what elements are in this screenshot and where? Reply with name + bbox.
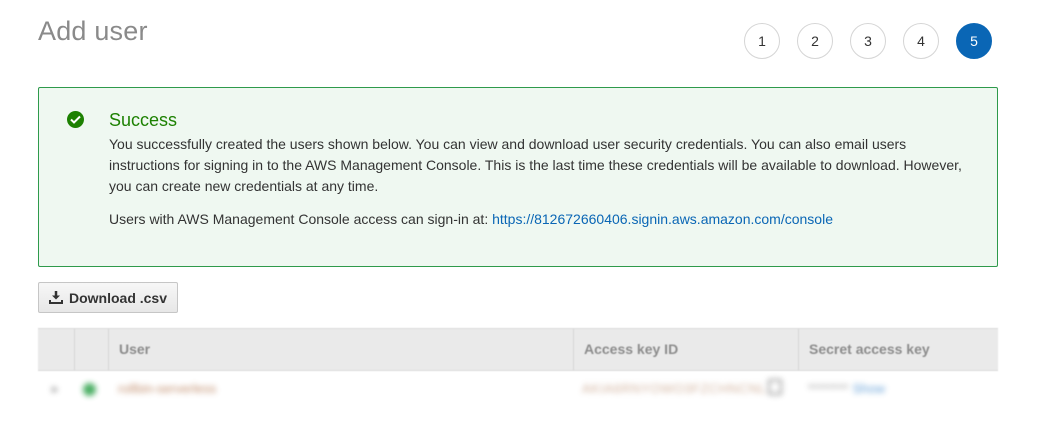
show-secret-link[interactable]: Show (852, 381, 885, 396)
step-1[interactable]: 1 (744, 23, 780, 59)
step-5[interactable]: 5 (956, 23, 992, 59)
download-icon (48, 291, 63, 304)
step-4[interactable]: 4 (903, 23, 939, 59)
download-csv-label: Download .csv (68, 289, 168, 306)
expand-caret-icon[interactable]: ▸ (52, 381, 59, 397)
success-message: You successfully created the users shown… (109, 136, 962, 194)
step-3[interactable]: 3 (850, 23, 886, 59)
console-signin-link[interactable]: https://812672660406.signin.aws.amazon.c… (492, 211, 833, 227)
header-user[interactable]: User (108, 329, 573, 370)
secret-mask: ******** (808, 381, 849, 396)
check-circle-icon (67, 111, 84, 128)
header-secret-access-key[interactable]: Secret access key (798, 329, 998, 370)
step-2[interactable]: 2 (797, 23, 833, 59)
success-alert: Success You successfully created the use… (38, 87, 998, 267)
header-status-col (74, 329, 108, 370)
page-title: Add user (38, 16, 148, 46)
table-header: User Access key ID Secret access key (38, 328, 998, 371)
success-title: Success (109, 110, 178, 130)
table-row[interactable]: ▸ rollbin-serverless AKIA6RNYOWO3FZCHNCN… (38, 373, 998, 407)
check-glyph (70, 115, 81, 124)
signin-prefix: Users with AWS Management Console access… (109, 211, 493, 227)
access-key-id-cell: AKIA6RNYOWO3FZCHNCNL (582, 381, 767, 396)
wizard-steps: 1 2 3 4 5 (744, 23, 992, 59)
copy-icon[interactable] (768, 379, 782, 395)
header-access-key-id[interactable]: Access key ID (573, 329, 798, 370)
user-name-cell[interactable]: rollbin-serverless (118, 381, 216, 396)
signin-line: Users with AWS Management Console access… (109, 211, 833, 227)
status-success-icon (83, 383, 96, 396)
download-csv-button[interactable]: Download .csv (38, 282, 178, 313)
secret-access-key-cell: ******** Show (808, 381, 885, 396)
header-expand-col (38, 329, 74, 370)
credentials-table: User Access key ID Secret access key ▸ r… (38, 328, 998, 412)
